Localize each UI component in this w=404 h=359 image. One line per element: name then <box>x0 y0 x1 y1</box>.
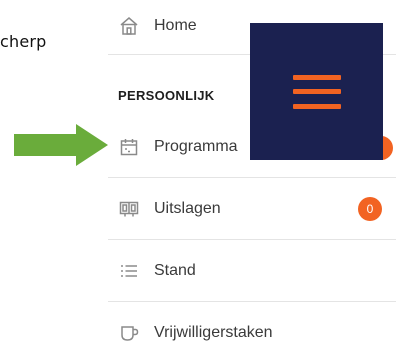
screenshot-stage: cherp Home PERSOONLIJK Programma Uitslag… <box>0 0 404 359</box>
section-title: PERSOONLIJK <box>118 88 215 103</box>
menu-item-label: Programma <box>154 138 238 155</box>
menu-item-uitslagen[interactable]: Uitslagen 0 <box>118 186 396 232</box>
menu-item-label: Vrijwilligerstaken <box>154 324 273 341</box>
cup-icon <box>118 322 140 344</box>
count-badge: 0 <box>358 197 382 221</box>
menu-item-label: Home <box>154 17 197 34</box>
count-badge-partial <box>383 136 393 160</box>
divider <box>108 301 396 302</box>
list-icon <box>118 260 140 282</box>
scoreboard-icon <box>118 198 140 220</box>
calendar-icon <box>118 136 140 158</box>
menu-item-stand[interactable]: Stand <box>118 248 396 294</box>
divider <box>108 177 396 178</box>
hamburger-menu-icon <box>292 74 341 109</box>
menu-item-label: Uitslagen <box>154 200 221 217</box>
divider <box>108 239 396 240</box>
hamburger-menu-button[interactable] <box>250 23 383 160</box>
green-arrow-right-icon <box>14 124 108 166</box>
menu-item-label: Stand <box>154 262 196 279</box>
clipped-caption: cherp <box>0 32 47 51</box>
menu-item-vrijwilligerstaken[interactable]: Vrijwilligerstaken <box>118 310 396 356</box>
home-icon <box>118 15 140 37</box>
